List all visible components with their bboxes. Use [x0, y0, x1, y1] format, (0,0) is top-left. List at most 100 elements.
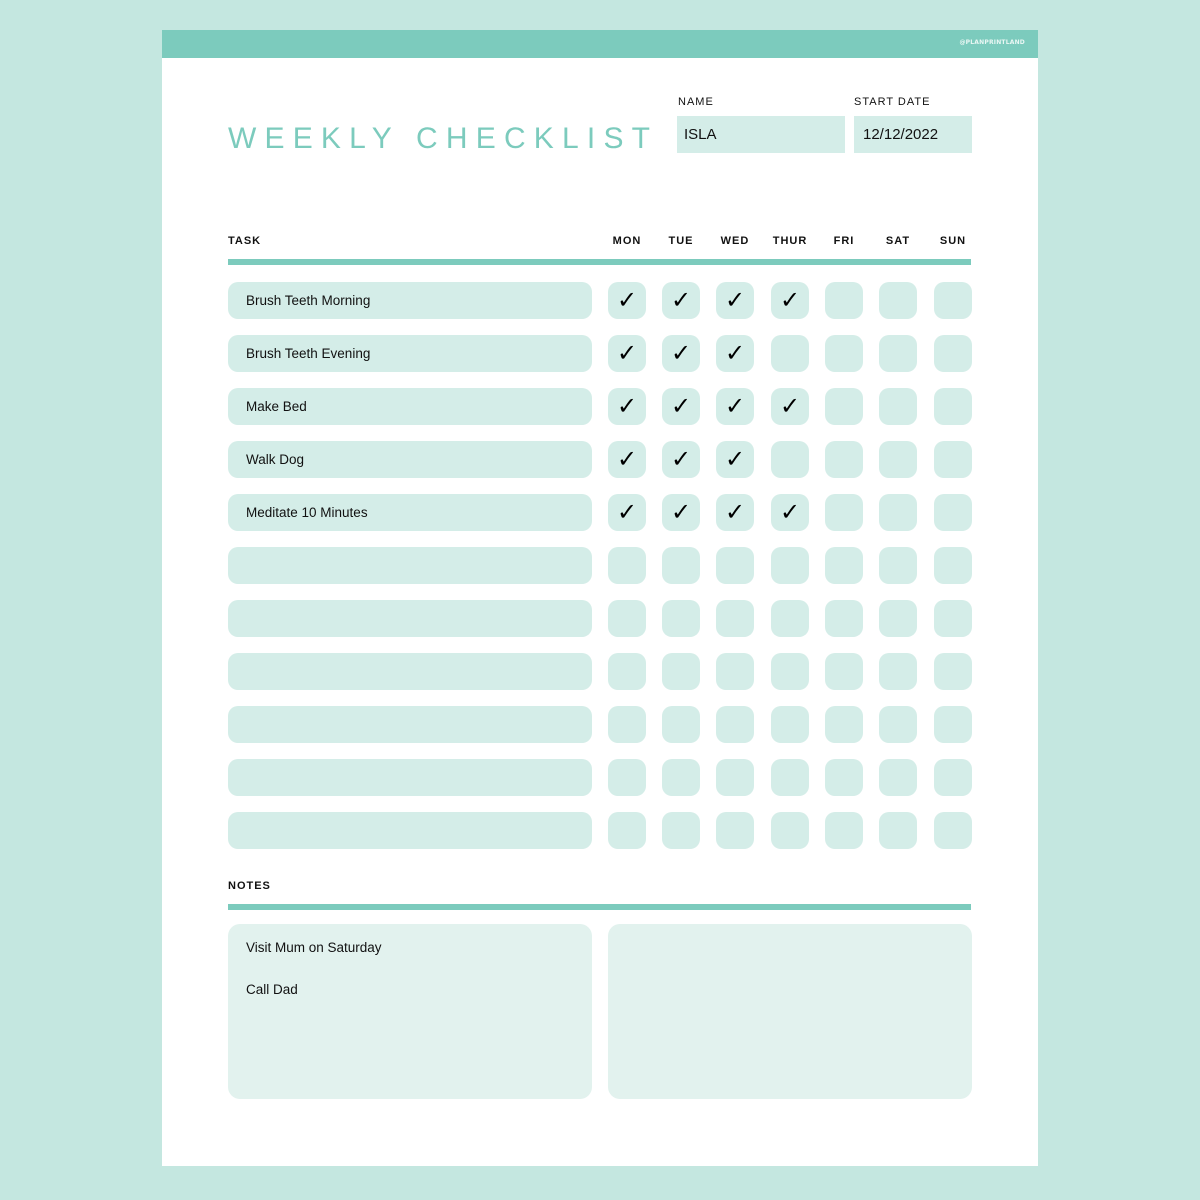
checkbox-fri[interactable] [825, 441, 863, 478]
checkbox-sun[interactable] [934, 388, 972, 425]
checkbox-mon[interactable] [608, 812, 646, 849]
checkbox-thur[interactable] [771, 706, 809, 743]
checkbox-sat[interactable] [879, 441, 917, 478]
task-field[interactable] [228, 759, 592, 796]
checkbox-wed[interactable]: ✓ [716, 441, 754, 478]
checkbox-sun[interactable] [934, 494, 972, 531]
task-field[interactable]: Walk Dog [228, 441, 592, 478]
checkbox-sun[interactable] [934, 282, 972, 319]
task-field[interactable]: Brush Teeth Evening [228, 335, 592, 372]
checkbox-tue[interactable] [662, 547, 700, 584]
task-field[interactable] [228, 706, 592, 743]
checkbox-sun[interactable] [934, 706, 972, 743]
checkbox-sun[interactable] [934, 441, 972, 478]
checkbox-thur[interactable] [771, 653, 809, 690]
checkmark-icon: ✓ [779, 286, 801, 314]
task-field[interactable] [228, 812, 592, 849]
task-field[interactable]: Make Bed [228, 388, 592, 425]
checkbox-tue[interactable]: ✓ [662, 388, 700, 425]
checkbox-fri[interactable] [825, 759, 863, 796]
task-field[interactable]: Brush Teeth Morning [228, 282, 592, 319]
checkbox-wed[interactable] [716, 812, 754, 849]
checkbox-mon[interactable] [608, 706, 646, 743]
checkbox-tue[interactable] [662, 812, 700, 849]
checkbox-tue[interactable] [662, 706, 700, 743]
checkbox-sun[interactable] [934, 335, 972, 372]
task-field[interactable]: Meditate 10 Minutes [228, 494, 592, 531]
name-field[interactable]: ISLA [677, 116, 845, 153]
checkbox-mon[interactable]: ✓ [608, 335, 646, 372]
checkmark-icon: ✓ [779, 498, 801, 526]
checkbox-sat[interactable] [879, 706, 917, 743]
checkbox-fri[interactable] [825, 706, 863, 743]
checkbox-fri[interactable] [825, 494, 863, 531]
checkbox-mon[interactable] [608, 759, 646, 796]
checkbox-fri[interactable] [825, 335, 863, 372]
checkmark-icon: ✓ [670, 445, 692, 473]
checkbox-tue[interactable] [662, 600, 700, 637]
task-field[interactable] [228, 600, 592, 637]
checkbox-tue[interactable]: ✓ [662, 494, 700, 531]
checkbox-fri[interactable] [825, 600, 863, 637]
checkbox-tue[interactable] [662, 653, 700, 690]
checkbox-wed[interactable] [716, 759, 754, 796]
checkbox-thur[interactable]: ✓ [771, 494, 809, 531]
checkmark-icon: ✓ [724, 286, 746, 314]
day-header-mon: MON [612, 235, 642, 247]
checkbox-mon[interactable]: ✓ [608, 388, 646, 425]
checkbox-fri[interactable] [825, 282, 863, 319]
checkbox-tue[interactable]: ✓ [662, 335, 700, 372]
checkbox-mon[interactable] [608, 547, 646, 584]
start-date-field[interactable]: 12/12/2022 [854, 116, 972, 153]
checkbox-thur[interactable] [771, 812, 809, 849]
checkbox-sat[interactable] [879, 759, 917, 796]
checkbox-fri[interactable] [825, 653, 863, 690]
checkbox-fri[interactable] [825, 812, 863, 849]
checkbox-wed[interactable] [716, 600, 754, 637]
checkbox-tue[interactable]: ✓ [662, 441, 700, 478]
checkbox-thur[interactable]: ✓ [771, 388, 809, 425]
checkbox-fri[interactable] [825, 388, 863, 425]
checkbox-sat[interactable] [879, 282, 917, 319]
checkbox-thur[interactable] [771, 759, 809, 796]
checkbox-mon[interactable] [608, 653, 646, 690]
checkbox-tue[interactable] [662, 759, 700, 796]
checkbox-wed[interactable]: ✓ [716, 335, 754, 372]
checkbox-thur[interactable] [771, 441, 809, 478]
checkbox-mon[interactable]: ✓ [608, 441, 646, 478]
checkbox-sat[interactable] [879, 547, 917, 584]
checkbox-mon[interactable]: ✓ [608, 494, 646, 531]
checkbox-sun[interactable] [934, 600, 972, 637]
checkbox-sun[interactable] [934, 653, 972, 690]
checkbox-sun[interactable] [934, 812, 972, 849]
checkbox-sat[interactable] [879, 335, 917, 372]
checkbox-wed[interactable] [716, 706, 754, 743]
checkbox-thur[interactable] [771, 335, 809, 372]
checkbox-wed[interactable]: ✓ [716, 494, 754, 531]
checkbox-sun[interactable] [934, 547, 972, 584]
checkbox-thur[interactable] [771, 600, 809, 637]
task-field[interactable] [228, 653, 592, 690]
checkbox-mon[interactable]: ✓ [608, 282, 646, 319]
checkbox-sat[interactable] [879, 653, 917, 690]
notes-box-left[interactable]: Visit Mum on Saturday Call Dad [228, 924, 592, 1099]
checkmark-icon: ✓ [670, 286, 692, 314]
table-header-rule [228, 259, 971, 265]
checkbox-sun[interactable] [934, 759, 972, 796]
checkbox-wed[interactable]: ✓ [716, 388, 754, 425]
checkmark-icon: ✓ [670, 392, 692, 420]
checkbox-sat[interactable] [879, 600, 917, 637]
checkbox-fri[interactable] [825, 547, 863, 584]
notes-box-right[interactable] [608, 924, 972, 1099]
checkbox-wed[interactable] [716, 653, 754, 690]
task-field[interactable] [228, 547, 592, 584]
checkbox-mon[interactable] [608, 600, 646, 637]
checkbox-thur[interactable]: ✓ [771, 282, 809, 319]
checkbox-wed[interactable] [716, 547, 754, 584]
checkbox-wed[interactable]: ✓ [716, 282, 754, 319]
checkbox-sat[interactable] [879, 494, 917, 531]
checkbox-sat[interactable] [879, 388, 917, 425]
checkbox-thur[interactable] [771, 547, 809, 584]
checkbox-tue[interactable]: ✓ [662, 282, 700, 319]
checkbox-sat[interactable] [879, 812, 917, 849]
